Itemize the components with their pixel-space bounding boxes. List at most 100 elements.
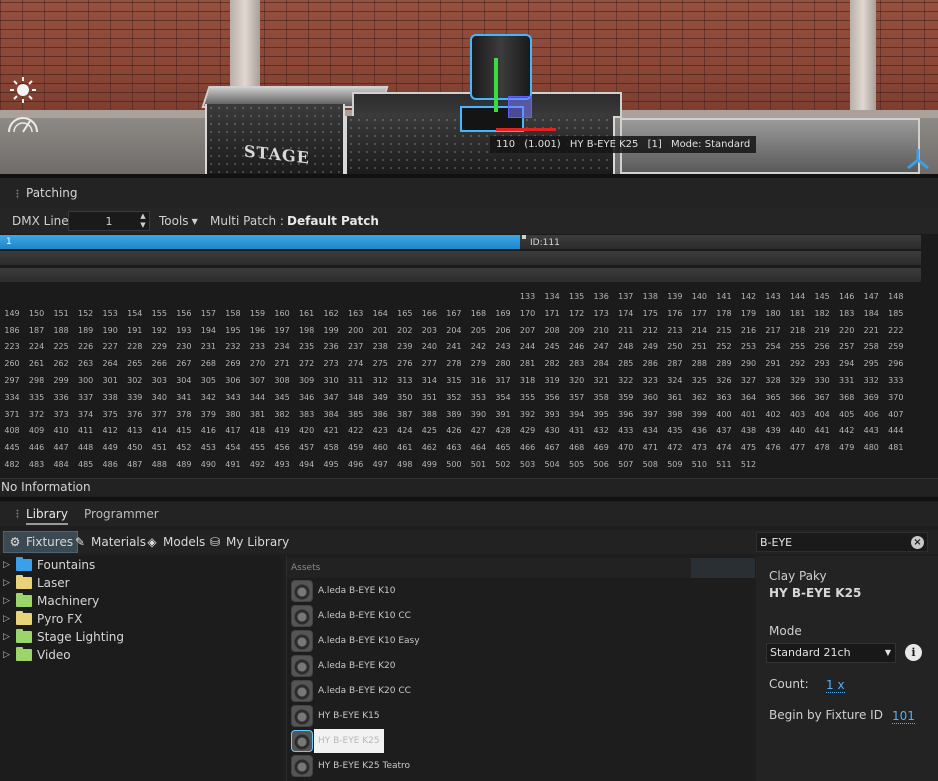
dmx-address-cell[interactable]: 296 bbox=[884, 355, 908, 372]
dmx-address-cell[interactable]: 386 bbox=[368, 406, 392, 423]
dmx-address-cell[interactable]: 396 bbox=[614, 406, 638, 423]
dmx-address-cell[interactable]: 335 bbox=[25, 389, 49, 406]
dmx-address-cell[interactable]: 481 bbox=[884, 439, 908, 456]
dmx-address-cell[interactable]: 315 bbox=[442, 372, 466, 389]
dmx-address-cell[interactable]: 437 bbox=[712, 422, 736, 439]
dmx-address-cell[interactable]: 359 bbox=[614, 389, 638, 406]
dmx-address-cell[interactable]: 144 bbox=[786, 288, 810, 305]
dmx-address-cell[interactable]: 485 bbox=[74, 456, 98, 473]
dmx-address-cell[interactable]: 410 bbox=[49, 422, 73, 439]
dmx-address-cell[interactable]: 209 bbox=[565, 322, 589, 339]
dmx-address-cell[interactable]: 161 bbox=[295, 305, 319, 322]
dmx-address-cell[interactable]: 329 bbox=[786, 372, 810, 389]
dmx-address-cell[interactable]: 491 bbox=[221, 456, 245, 473]
dmx-address-cell[interactable]: 283 bbox=[565, 355, 589, 372]
begin-id-value[interactable]: 101 bbox=[892, 709, 915, 724]
dmx-address-cell[interactable]: 191 bbox=[123, 322, 147, 339]
dmx-address-cell[interactable]: 388 bbox=[417, 406, 441, 423]
dmx-address-cell[interactable]: 195 bbox=[221, 322, 245, 339]
dmx-address-cell[interactable]: 353 bbox=[466, 389, 490, 406]
dmx-address-cell[interactable]: 433 bbox=[614, 422, 638, 439]
dmx-address-cell[interactable]: 218 bbox=[786, 322, 810, 339]
dmx-address-cell[interactable]: 271 bbox=[270, 355, 294, 372]
dmx-address-cell[interactable]: 158 bbox=[221, 305, 245, 322]
dmx-address-cell[interactable]: 141 bbox=[712, 288, 736, 305]
dmx-address-cell[interactable]: 471 bbox=[638, 439, 662, 456]
dmx-address-cell[interactable]: 165 bbox=[393, 305, 417, 322]
dmx-address-cell[interactable]: 484 bbox=[49, 456, 73, 473]
dmx-address-cell[interactable]: 478 bbox=[810, 439, 834, 456]
dmx-address-cell[interactable]: 200 bbox=[344, 322, 368, 339]
dmx-address-cell[interactable]: 313 bbox=[393, 372, 417, 389]
dmx-address-cell[interactable]: 448 bbox=[74, 439, 98, 456]
library-folder-tree[interactable]: ▷ Fountains ▷ Laser ▷ Machinery ▷ Pyro FX ▷ Stage… bbox=[0, 556, 282, 781]
dmx-address-cell[interactable]: 371 bbox=[0, 406, 24, 423]
dmx-address-cell[interactable]: 236 bbox=[319, 338, 343, 355]
dmx-address-cell[interactable]: 497 bbox=[368, 456, 392, 473]
dmx-address-cell[interactable]: 372 bbox=[25, 406, 49, 423]
tree-folder-item[interactable]: ▷ Machinery bbox=[0, 592, 282, 610]
dmx-address-cell[interactable]: 135 bbox=[565, 288, 589, 305]
dmx-address-cell[interactable]: 511 bbox=[712, 456, 736, 473]
dmx-address-cell[interactable]: 349 bbox=[368, 389, 392, 406]
dmx-address-cell[interactable]: 256 bbox=[810, 338, 834, 355]
dmx-address-cell[interactable]: 460 bbox=[368, 439, 392, 456]
dmx-address-cell[interactable]: 454 bbox=[221, 439, 245, 456]
dmx-address-cell[interactable]: 214 bbox=[687, 322, 711, 339]
dmx-address-cell[interactable]: 493 bbox=[270, 456, 294, 473]
dmx-address-cell[interactable]: 362 bbox=[687, 389, 711, 406]
dmx-address-cell[interactable]: 172 bbox=[565, 305, 589, 322]
dmx-address-cell[interactable]: 139 bbox=[663, 288, 687, 305]
dmx-address-cell[interactable]: 469 bbox=[589, 439, 613, 456]
dmx-address-cell[interactable]: 136 bbox=[589, 288, 613, 305]
category-models-button[interactable]: ◈ Models bbox=[145, 531, 205, 553]
dmx-address-cell[interactable]: 295 bbox=[859, 355, 883, 372]
dmx-address-cell[interactable]: 401 bbox=[737, 406, 761, 423]
dmx-address-cell[interactable]: 159 bbox=[246, 305, 270, 322]
dmx-address-cell[interactable]: 449 bbox=[98, 439, 122, 456]
dmx-address-cell[interactable]: 377 bbox=[147, 406, 171, 423]
dmx-address-cell[interactable]: 140 bbox=[687, 288, 711, 305]
asset-item[interactable]: A.leda B-EYE K10 CC bbox=[291, 604, 671, 628]
dmx-address-cell[interactable]: 142 bbox=[737, 288, 761, 305]
dmx-address-cell[interactable]: 145 bbox=[810, 288, 834, 305]
tab-programmer[interactable]: Programmer bbox=[84, 507, 159, 521]
dmx-address-cell[interactable]: 233 bbox=[246, 338, 270, 355]
count-value[interactable]: 1 x bbox=[826, 678, 845, 693]
dmx-patched-range[interactable]: 1 bbox=[0, 235, 520, 249]
dmx-address-cell[interactable]: 415 bbox=[172, 422, 196, 439]
dmx-address-cell[interactable]: 498 bbox=[393, 456, 417, 473]
dmx-address-cell[interactable]: 457 bbox=[295, 439, 319, 456]
dmx-address-cell[interactable]: 250 bbox=[663, 338, 687, 355]
dmx-address-cell[interactable]: 416 bbox=[196, 422, 220, 439]
dmx-address-cell[interactable]: 194 bbox=[196, 322, 220, 339]
dmx-address-cell[interactable]: 482 bbox=[0, 456, 24, 473]
dmx-address-cell[interactable]: 279 bbox=[466, 355, 490, 372]
dmx-address-cell[interactable]: 133 bbox=[516, 288, 540, 305]
tree-folder-item[interactable]: ▷ Laser bbox=[0, 574, 282, 592]
dmx-address-cell[interactable]: 332 bbox=[859, 372, 883, 389]
dmx-address-cell[interactable]: 494 bbox=[295, 456, 319, 473]
dmx-address-cell[interactable]: 185 bbox=[884, 305, 908, 322]
dmx-address-cell[interactable]: 383 bbox=[295, 406, 319, 423]
dmx-address-cell[interactable]: 248 bbox=[614, 338, 638, 355]
dmx-address-cell[interactable]: 330 bbox=[810, 372, 834, 389]
dmx-address-cell[interactable]: 251 bbox=[687, 338, 711, 355]
dmx-address-cell[interactable]: 326 bbox=[712, 372, 736, 389]
dmx-address-cell[interactable]: 232 bbox=[221, 338, 245, 355]
dmx-address-cell[interactable]: 406 bbox=[859, 406, 883, 423]
dmx-row[interactable] bbox=[0, 268, 921, 282]
dmx-address-cell[interactable]: 420 bbox=[295, 422, 319, 439]
dmx-address-cell[interactable]: 258 bbox=[859, 338, 883, 355]
dmx-address-cell[interactable]: 357 bbox=[565, 389, 589, 406]
dmx-address-cell[interactable]: 269 bbox=[221, 355, 245, 372]
dmx-address-cell[interactable]: 149 bbox=[0, 305, 24, 322]
dmx-address-cell[interactable]: 230 bbox=[172, 338, 196, 355]
dmx-address-cell[interactable]: 427 bbox=[466, 422, 490, 439]
dmx-address-cell[interactable]: 487 bbox=[123, 456, 147, 473]
dmx-address-cell[interactable]: 425 bbox=[417, 422, 441, 439]
dmx-address-cell[interactable]: 370 bbox=[884, 389, 908, 406]
dmx-address-cell[interactable]: 446 bbox=[25, 439, 49, 456]
dmx-address-cell[interactable]: 150 bbox=[25, 305, 49, 322]
dmx-address-cell[interactable]: 462 bbox=[417, 439, 441, 456]
